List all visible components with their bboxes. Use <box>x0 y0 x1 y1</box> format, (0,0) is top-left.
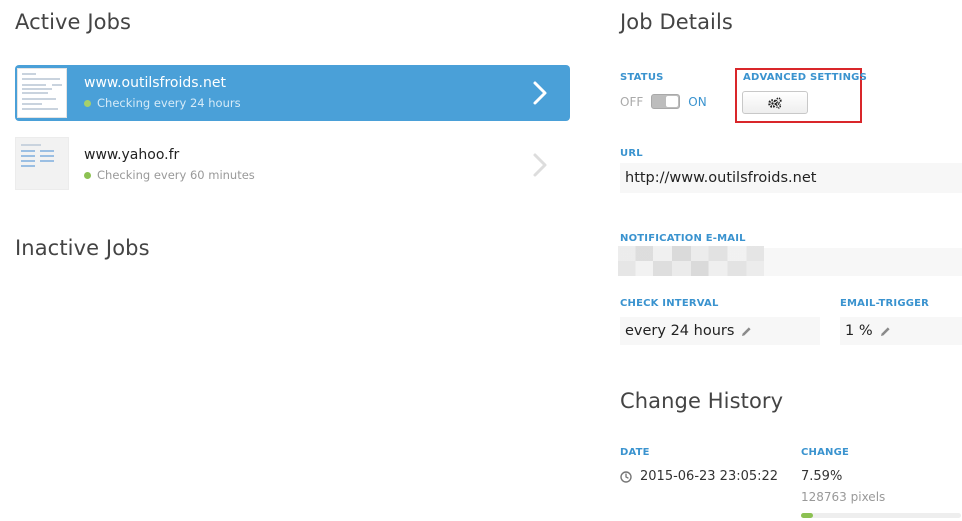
gears-icon <box>768 96 782 109</box>
pencil-icon[interactable] <box>880 326 891 337</box>
history-change-percent: 7.59% <box>801 469 843 484</box>
pencil-icon[interactable] <box>741 326 752 337</box>
status-on-label: ON <box>688 94 707 109</box>
status-label: STATUS <box>620 72 664 83</box>
change-history-title: Change History <box>620 389 784 413</box>
history-date-text: 2015-06-23 23:05:22 <box>640 469 779 484</box>
chevron-right-icon <box>533 153 547 177</box>
active-jobs-title: Active Jobs <box>15 10 132 34</box>
job-status-text: Checking every 60 minutes <box>97 168 255 182</box>
job-status: Checking every 60 minutes <box>84 168 255 182</box>
notification-email-label: NOTIFICATION E-MAIL <box>620 233 746 244</box>
redacted-email-lower <box>618 261 764 276</box>
job-status: Checking every 24 hours <box>84 96 241 110</box>
advanced-settings-button[interactable] <box>742 91 808 114</box>
email-trigger-label: EMAIL-TRIGGER <box>840 298 930 309</box>
job-item-yahoo[interactable]: www.yahoo.fr Checking every 60 minutes <box>15 137 570 193</box>
clock-icon <box>620 470 632 483</box>
date-column-header: DATE <box>620 447 650 458</box>
check-interval-value: every 24 hours <box>625 323 735 339</box>
change-column-header: CHANGE <box>801 447 850 458</box>
job-name: www.yahoo.fr <box>84 147 180 163</box>
check-interval-label: CHECK INTERVAL <box>620 298 719 309</box>
job-status-text: Checking every 24 hours <box>97 96 241 110</box>
change-progress-fill <box>801 513 814 518</box>
status-toggle-row: OFF ON <box>620 94 707 109</box>
inactive-jobs-title: Inactive Jobs <box>15 236 150 260</box>
job-thumbnail <box>15 137 69 190</box>
history-row-date: 2015-06-23 23:05:22 <box>620 469 778 484</box>
status-toggle[interactable] <box>651 94 681 109</box>
history-change-pixels: 128763 pixels <box>801 490 886 504</box>
email-trigger-value: 1 % <box>845 323 873 339</box>
email-trigger-field[interactable]: 1 % <box>840 317 962 345</box>
url-field[interactable]: http://www.outilsfroids.net <box>620 163 962 193</box>
job-name: www.outilsfroids.net <box>84 75 226 91</box>
check-interval-field[interactable]: every 24 hours <box>620 317 820 345</box>
url-label: URL <box>620 148 643 159</box>
status-off-label: OFF <box>620 94 644 109</box>
advanced-settings-label: ADVANCED SETTINGS <box>743 72 867 83</box>
status-dot-icon <box>84 99 91 107</box>
job-thumbnail <box>17 68 67 118</box>
chevron-right-icon <box>533 81 547 105</box>
change-progress-bar <box>801 513 961 518</box>
job-item-outilsfroids[interactable]: www.outilsfroids.net Checking every 24 h… <box>15 65 570 121</box>
status-dot-icon <box>84 171 91 179</box>
url-value: http://www.outilsfroids.net <box>625 170 817 186</box>
job-details-title: Job Details <box>620 10 733 34</box>
